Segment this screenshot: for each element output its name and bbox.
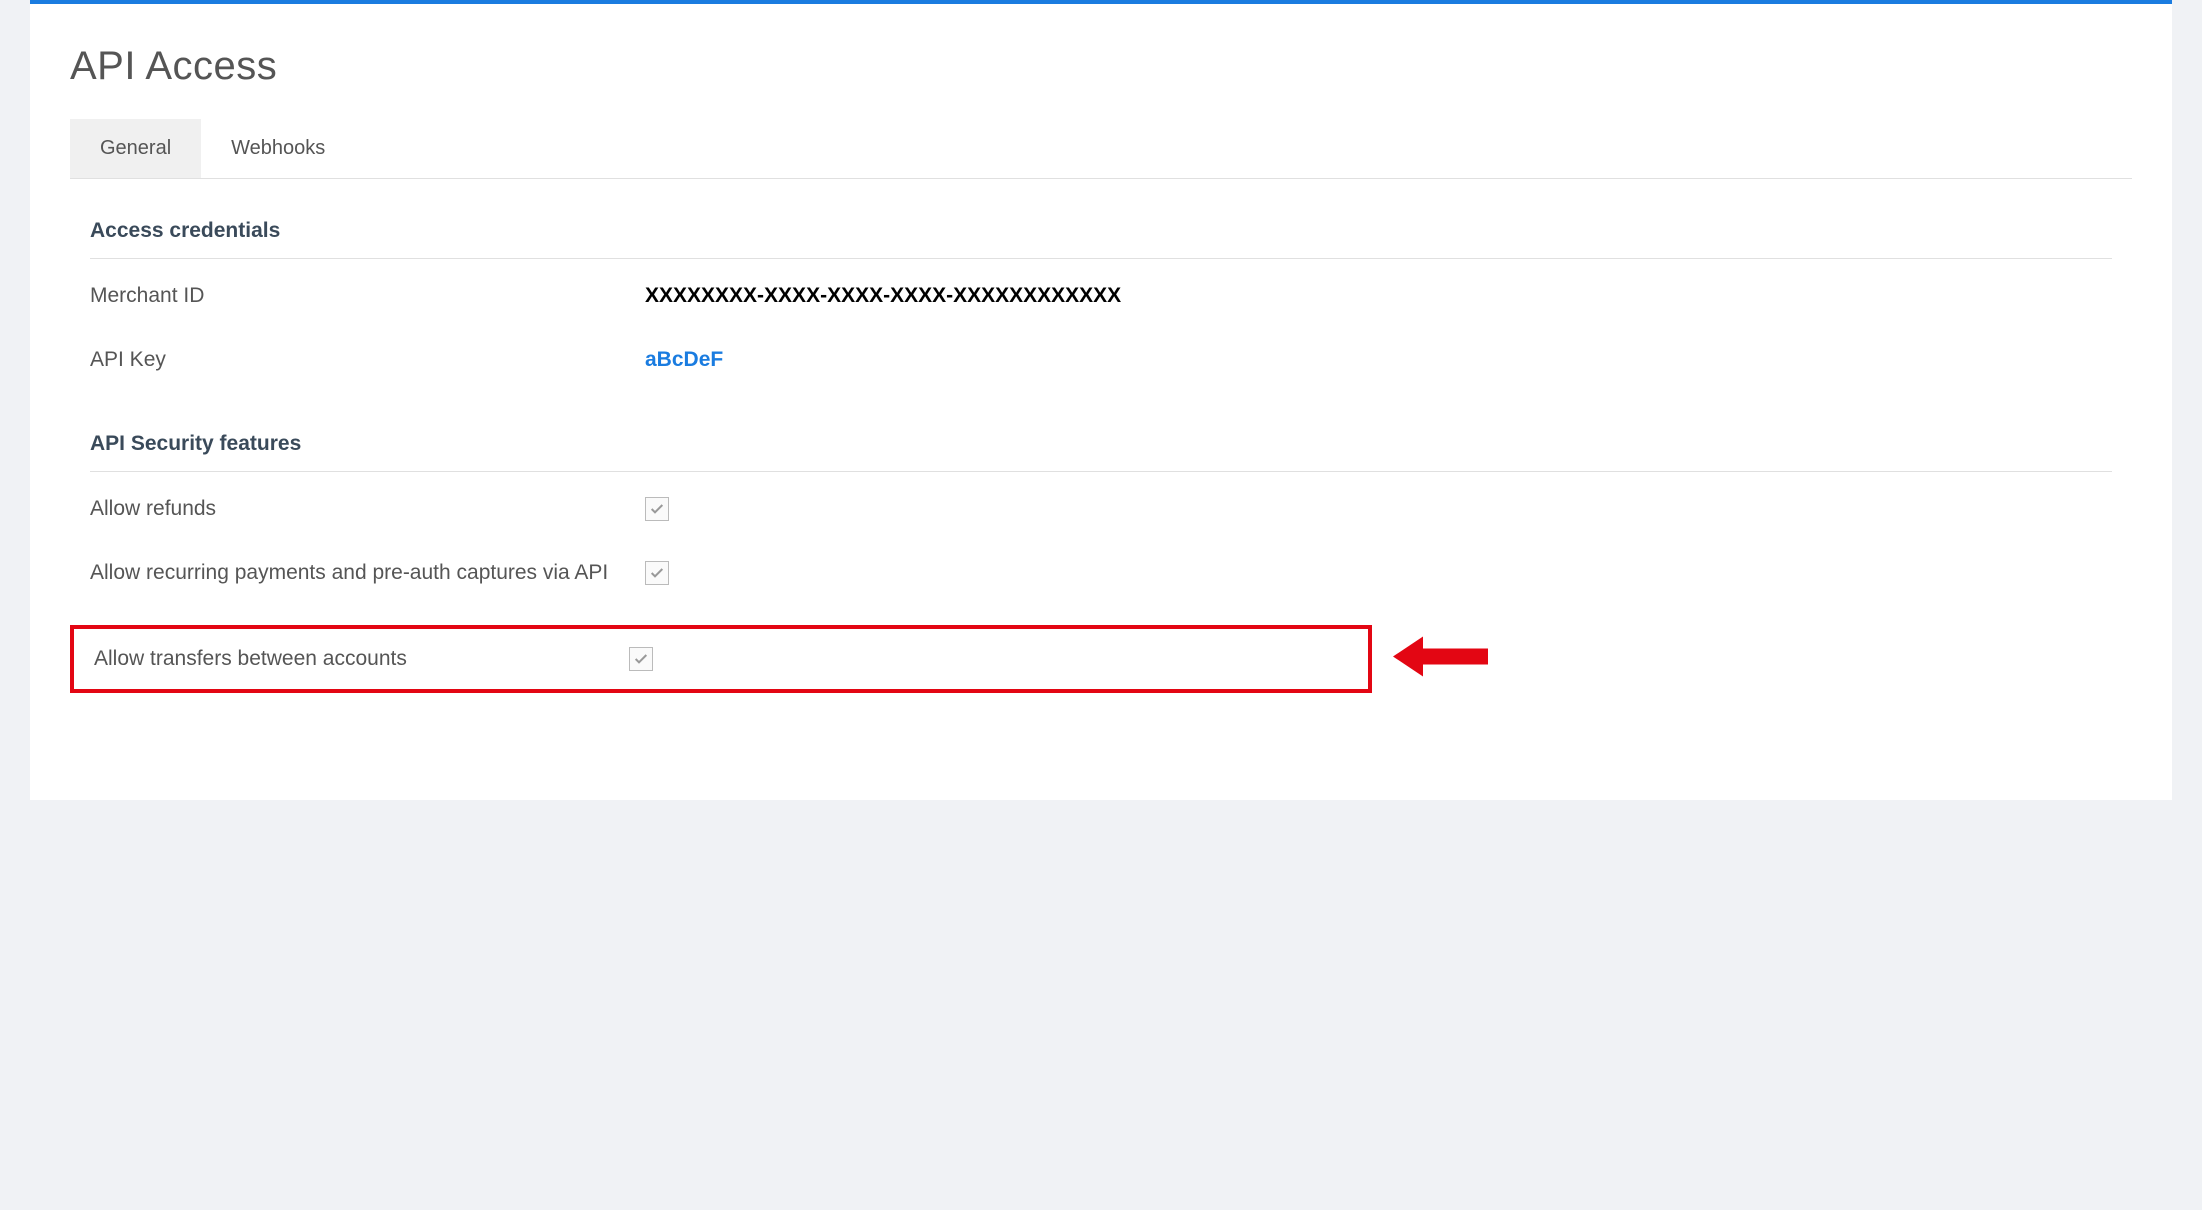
allow-refunds-checkbox[interactable] — [645, 497, 669, 521]
check-icon — [649, 565, 665, 581]
field-allow-transfers: Allow transfers between accounts — [74, 647, 1348, 671]
page-title: API Access — [70, 44, 2132, 89]
check-icon — [649, 501, 665, 517]
check-icon — [633, 651, 649, 667]
field-allow-refunds: Allow refunds — [90, 497, 2112, 521]
tab-general[interactable]: General — [70, 119, 201, 178]
allow-recurring-checkbox[interactable] — [645, 561, 669, 585]
merchant-id-value: XXXXXXXX-XXXX-XXXX-XXXX-XXXXXXXXXXXX — [645, 284, 1121, 308]
api-key-label: API Key — [90, 348, 645, 372]
api-key-value[interactable]: aBcDeF — [645, 348, 723, 372]
allow-refunds-label: Allow refunds — [90, 497, 645, 521]
field-api-key: API Key aBcDeF — [90, 348, 2112, 372]
allow-recurring-label: Allow recurring payments and pre-auth ca… — [90, 561, 645, 585]
arrow-left-icon — [1393, 632, 1493, 682]
tab-webhooks[interactable]: Webhooks — [201, 119, 355, 178]
annotation-arrow — [1393, 632, 1493, 687]
page-container: API Access General Webhooks Access crede… — [30, 0, 2172, 800]
field-merchant-id: Merchant ID XXXXXXXX-XXXX-XXXX-XXXX-XXXX… — [90, 284, 2112, 308]
field-allow-recurring: Allow recurring payments and pre-auth ca… — [90, 561, 2112, 585]
annotation-highlight-box: Allow transfers between accounts — [70, 625, 1372, 693]
merchant-id-label: Merchant ID — [90, 284, 645, 308]
section-heading-credentials: Access credentials — [90, 219, 2112, 259]
content-area: Access credentials Merchant ID XXXXXXXX-… — [70, 219, 2132, 693]
tabs-bar: General Webhooks — [70, 119, 2132, 179]
allow-transfers-checkbox[interactable] — [629, 647, 653, 671]
allow-transfers-label: Allow transfers between accounts — [94, 647, 629, 671]
section-heading-security: API Security features — [90, 432, 2112, 472]
